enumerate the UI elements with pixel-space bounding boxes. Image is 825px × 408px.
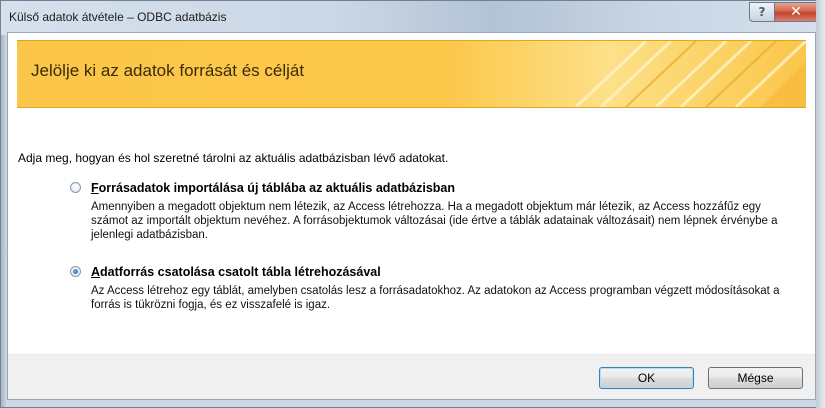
title-bar[interactable]: Külső adatok átvétele – ODBC adatbázis ?… (1, 1, 824, 35)
link-label-text: datforrás csatolása csatolt tábla létreh… (100, 265, 381, 279)
help-button[interactable]: ? (749, 2, 775, 22)
cancel-button[interactable]: Mégse (708, 367, 803, 389)
dialog-content: Jelölje ki az adatok forrását és célját … (7, 32, 816, 400)
window-title: Külső adatok átvétele – ODBC adatbázis (9, 10, 227, 24)
import-label-text: orrásadatok importálása új táblába az ak… (98, 181, 456, 195)
link-radio[interactable] (70, 266, 81, 277)
prompt-text: Adja meg, hogyan és hol szeretné tárolni… (18, 151, 449, 165)
banner-decoration (574, 41, 806, 107)
window-edge (816, 0, 825, 408)
help-icon: ? (758, 5, 766, 19)
header-banner: Jelölje ki az adatok forrását és célját (17, 40, 806, 108)
close-button[interactable]: ✕ (774, 2, 818, 22)
import-option-label[interactable]: Forrásadatok importálása új táblába az a… (91, 181, 455, 195)
close-icon: ✕ (790, 4, 802, 20)
link-accelerator: A (91, 265, 101, 279)
link-option-description: Az Access létrehoz egy táblát, amelyben … (91, 285, 780, 311)
import-radio[interactable] (70, 182, 81, 193)
link-option-label[interactable]: Adatforrás csatolása csatolt tábla létre… (91, 265, 381, 279)
ok-button[interactable]: OK (599, 367, 694, 389)
import-accelerator: F (91, 181, 99, 195)
banner-title: Jelölje ki az adatok forrását és célját (31, 61, 305, 80)
import-option-description: Amennyiben a megadott objektum nem létez… (91, 201, 778, 241)
